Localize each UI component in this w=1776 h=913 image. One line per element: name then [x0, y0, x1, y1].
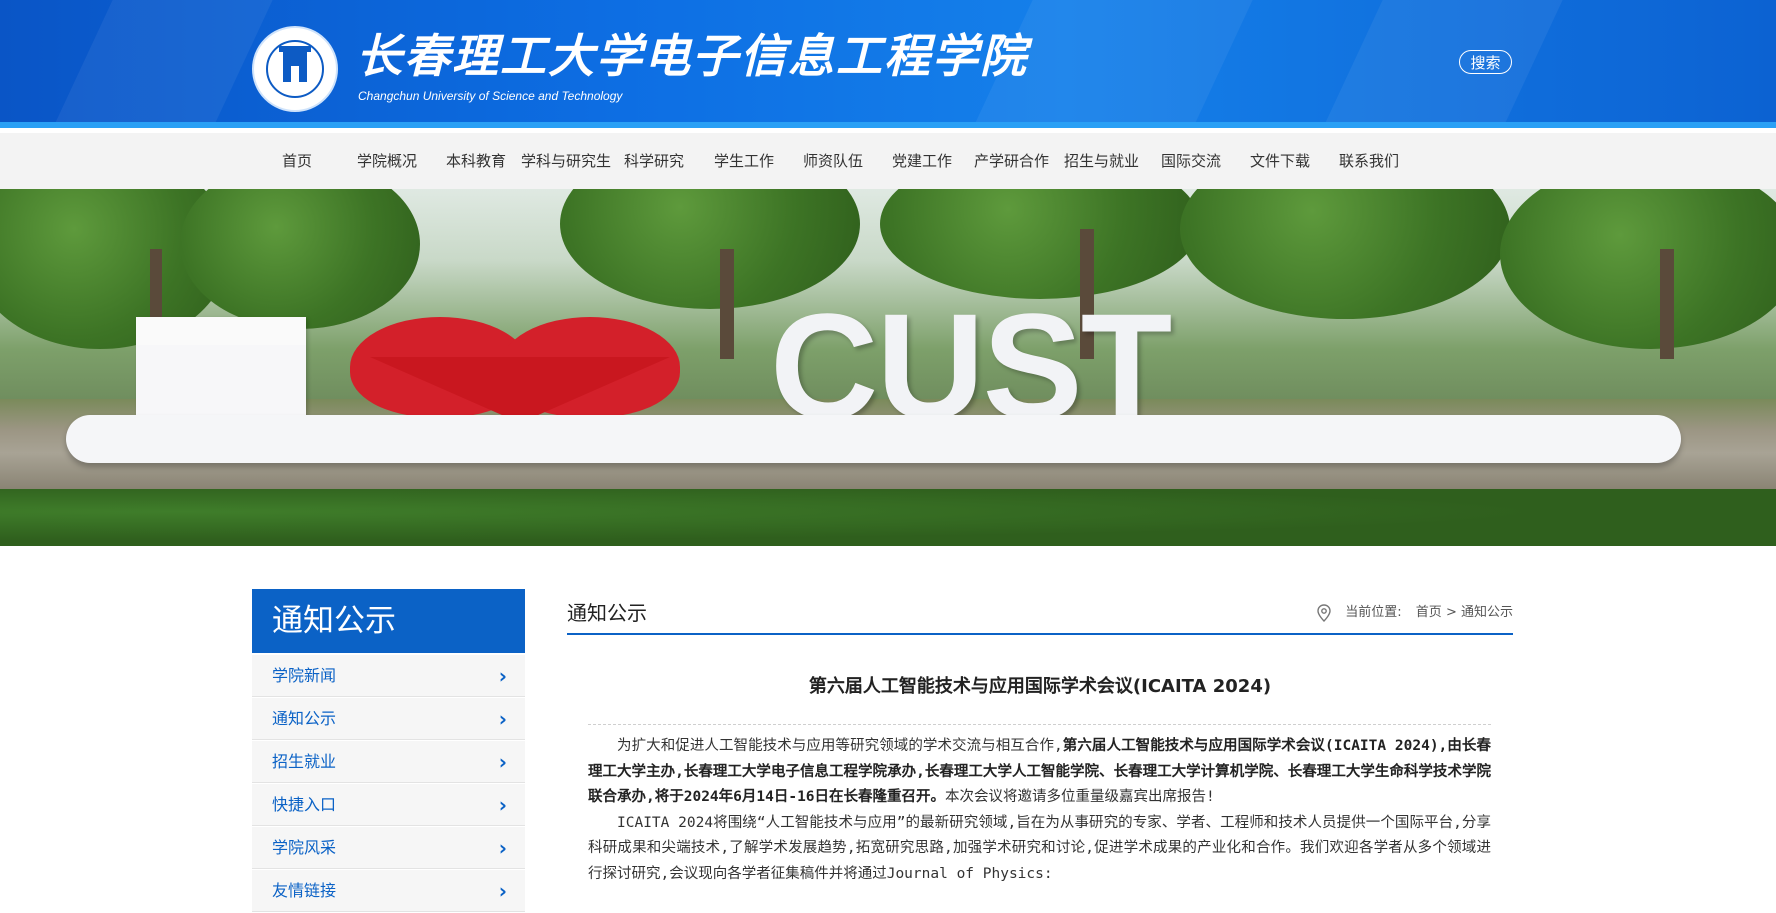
section-title: 通知公示 [567, 601, 647, 625]
nav-item-student-affairs[interactable]: 学生工作 [714, 133, 774, 189]
sidebar-item-label: 友情链接 [272, 881, 337, 900]
sidebar-item-gallery[interactable]: 学院风采 › [252, 827, 525, 869]
site-subtitle: Changchun University of Science and Tech… [358, 89, 623, 103]
sign-base [66, 415, 1681, 463]
sidebar-item-notices[interactable]: 通知公示 › [252, 698, 525, 740]
sidebar-item-quick-links[interactable]: 快捷入口 › [252, 784, 525, 826]
sign-text: CUST [770, 282, 1172, 450]
search-button[interactable]: 搜索 [1459, 50, 1512, 74]
sidebar-item-label: 通知公示 [272, 709, 337, 728]
campus-banner: CUST [0, 189, 1776, 546]
header-decoration [1308, 0, 1572, 122]
sidebar-item-label: 学院风采 [272, 838, 337, 857]
breadcrumb-separator: > [1445, 605, 1457, 620]
nav-item-international[interactable]: 国际交流 [1161, 133, 1221, 189]
nav-item-admission[interactable]: 招生与就业 [1064, 133, 1139, 189]
sidebar-item-label: 招生就业 [272, 752, 337, 771]
nav-item-research[interactable]: 科学研究 [624, 133, 684, 189]
nav-item-party[interactable]: 党建工作 [892, 133, 952, 189]
nav-item-downloads[interactable]: 文件下载 [1250, 133, 1310, 189]
nav-item-about[interactable]: 学院概况 [357, 133, 417, 189]
main-nav: 首页 学院概况 本科教育 学科与研究生 科学研究 学生工作 师资队伍 党建工作 … [0, 133, 1776, 189]
chevron-right-icon: › [498, 707, 507, 731]
chevron-right-icon: › [498, 836, 507, 860]
sidebar-heading: 通知公示 [252, 589, 525, 653]
sidebar-menu: 学院新闻 › 通知公示 › 招生就业 › 快捷入口 › 学院风采 › 友情链接 … [252, 655, 525, 913]
sidebar-item-label: 学院新闻 [272, 666, 337, 685]
chevron-right-icon: › [498, 664, 507, 688]
nav-item-undergraduate[interactable]: 本科教育 [446, 133, 506, 189]
nav-item-industry[interactable]: 产学研合作 [974, 133, 1049, 189]
breadcrumb-current[interactable]: 通知公示 [1461, 605, 1513, 620]
nav-item-graduate[interactable]: 学科与研究生 [521, 133, 611, 189]
chevron-right-icon: › [498, 793, 507, 817]
article-text: 为扩大和促进人工智能技术与应用等研究领域的学术交流与相互合作, [617, 738, 1063, 754]
header-decoration [38, 0, 282, 122]
article-title: 第六届人工智能技术与应用国际学术会议(ICAITA 2024) [808, 676, 1272, 697]
chevron-right-icon: › [498, 750, 507, 774]
divider [588, 724, 1491, 725]
sidebar-item-label: 快捷入口 [272, 795, 337, 814]
content-header: 通知公示 当前位置: 首页 > 通知公示 [567, 589, 1513, 635]
site-header: 长春理工大学电子信息工程学院 Changchun University of S… [0, 0, 1776, 128]
sign-letter-i [136, 317, 306, 417]
nav-item-home[interactable]: 首页 [282, 133, 312, 189]
location-pin-icon [1317, 603, 1331, 622]
breadcrumb-prefix: 当前位置: [1345, 605, 1402, 620]
article-text: 本次会议将邀请多位重量级嘉宾出席报告! [945, 789, 1215, 805]
breadcrumb: 当前位置: 首页 > 通知公示 [1317, 601, 1513, 622]
heart-sculpture [350, 317, 690, 423]
nav-item-faculty[interactable]: 师资队伍 [803, 133, 863, 189]
sidebar-item-news[interactable]: 学院新闻 › [252, 655, 525, 697]
sidebar-item-admission[interactable]: 招生就业 › [252, 741, 525, 783]
article-paragraph: ICAITA 2024将围绕“人工智能技术与应用”的最新研究领域,旨在为从事研究… [588, 814, 1491, 882]
breadcrumb-home[interactable]: 首页 [1416, 605, 1442, 620]
site-title: 长春理工大学电子信息工程学院 [356, 29, 1028, 83]
university-logo[interactable] [252, 26, 342, 116]
article-body: 为扩大和促进人工智能技术与应用等研究领域的学术交流与相互合作,第六届人工智能技术… [588, 734, 1491, 887]
article-paragraph: 为扩大和促进人工智能技术与应用等研究领域的学术交流与相互合作,第六届人工智能技术… [588, 734, 1491, 811]
nav-item-contact[interactable]: 联系我们 [1339, 133, 1399, 189]
